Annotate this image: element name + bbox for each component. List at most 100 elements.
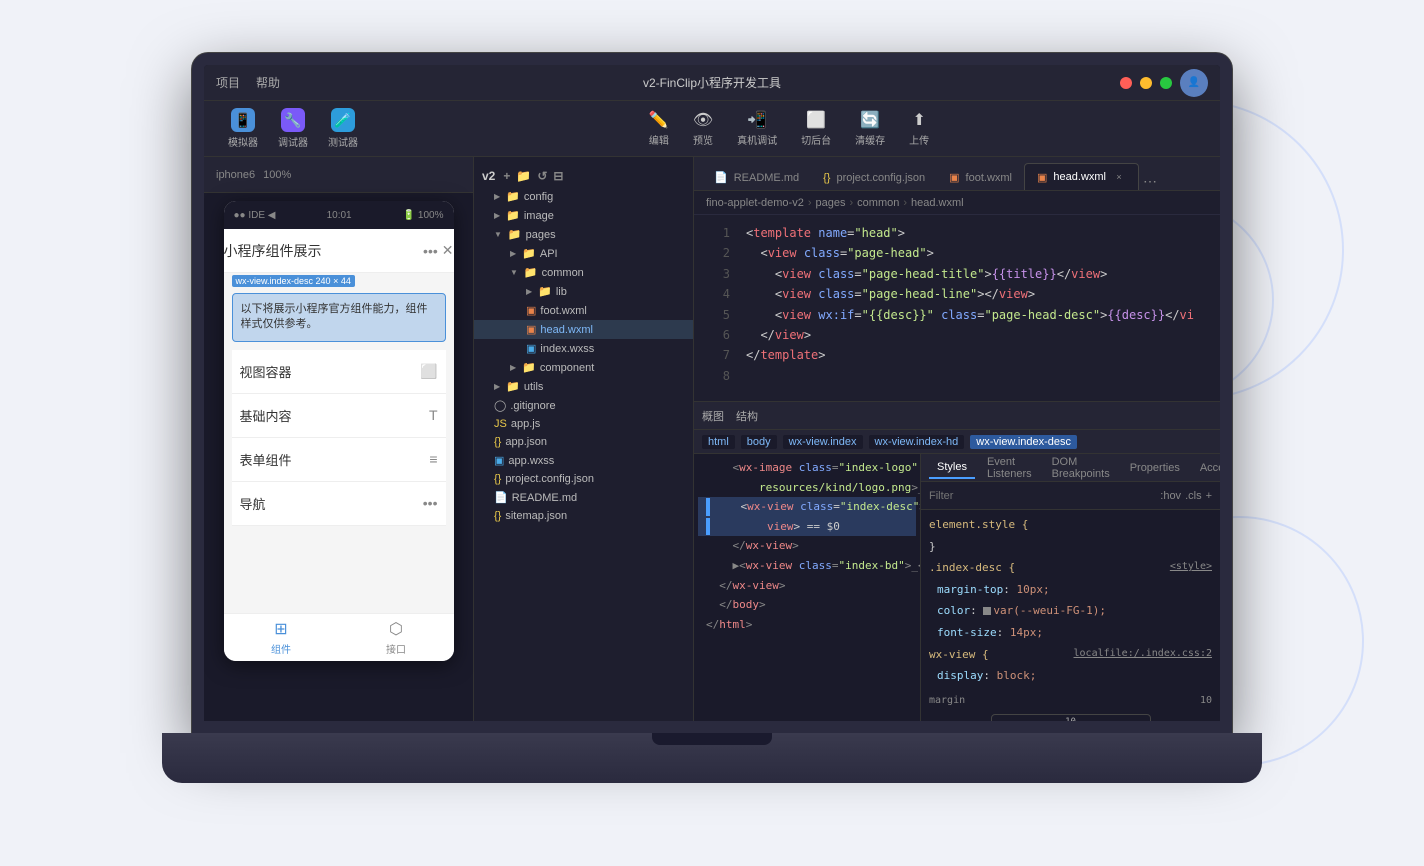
file-appjs-icon: JS (494, 418, 507, 430)
code-content-3: <view class="page-head-title">{{title}}<… (746, 264, 1212, 284)
elem-wx-view-index-hd[interactable]: wx-view.index-hd (869, 435, 965, 449)
style-source-2[interactable]: localfile:/.index.css:2 (1074, 646, 1212, 662)
phone-close-icon[interactable]: ✕ (442, 242, 454, 259)
toolbar-cutbg-button[interactable]: ⬜ 切后台 (801, 110, 831, 147)
html-preview[interactable]: <wx-image class="index-logo" src="../res… (694, 454, 920, 721)
tree-item-projectconfig[interactable]: {} project.config.json (474, 470, 693, 488)
toolbar-debug-button[interactable]: 🔧 调试器 (270, 104, 316, 153)
tree-item-common[interactable]: ▼ 📁 common (474, 263, 693, 282)
folder-utils-icon: 📁 (506, 380, 520, 393)
menu-items: 项目 帮助 (216, 74, 280, 91)
menu-project[interactable]: 项目 (216, 74, 240, 91)
styles-tab-styles[interactable]: Styles (929, 457, 975, 479)
styles-tab-properties[interactable]: Properties (1122, 458, 1188, 478)
toolbar-preview-button[interactable]: 👁 预览 (693, 110, 713, 147)
phone-status-bar: ●● IDE ◀ 10:01 🔋 100% (224, 201, 454, 229)
app-window: 项目 帮助 v2-FinClip小程序开发工具 👤 📱 模拟器 (204, 65, 1220, 721)
elem-wx-view-index[interactable]: wx-view.index (783, 435, 863, 449)
zoom-level: 100% (263, 169, 291, 181)
tree-item-index-wxss[interactable]: ▣ index.wxss (474, 339, 693, 358)
tree-item-foot-wxml[interactable]: ▣ foot.wxml (474, 301, 693, 320)
tree-item-pages[interactable]: ▼ 📁 pages (474, 225, 693, 244)
styles-tab-dom[interactable]: DOM Breakpoints (1044, 454, 1118, 484)
tree-collapse-icon[interactable]: ⊟ (553, 169, 563, 183)
styles-panel: Styles Event Listeners DOM Breakpoints P… (920, 454, 1220, 721)
edit-icon: ✏️ (649, 110, 669, 130)
phone-nav-item-4[interactable]: 导航 ••• (232, 482, 446, 526)
tree-item-appjson[interactable]: {} app.json (474, 433, 693, 451)
filter-add-button[interactable]: + (1206, 490, 1212, 502)
phone-nav-item-2[interactable]: 基础内容 T (232, 394, 446, 438)
element-breadcrumb: html body wx-view.index wx-view.index-hd… (694, 430, 1220, 454)
tabs-more-icon[interactable]: ⋯ (1143, 173, 1157, 190)
menu-help[interactable]: 帮助 (256, 74, 280, 91)
tree-new-folder-icon[interactable]: 📁 (516, 169, 531, 183)
tree-item-component[interactable]: ▶ 📁 component (474, 358, 693, 377)
tree-item-gitignore[interactable]: ◯ .gitignore (474, 396, 693, 415)
tree-item-lib[interactable]: ▶ 📁 lib (474, 282, 693, 301)
phone-tab-components[interactable]: ⊞ 组件 (224, 615, 339, 660)
phone-tab-api[interactable]: ⬡ 接口 (339, 615, 454, 660)
tab-headwxml-close-button[interactable]: × (1112, 170, 1126, 184)
margin-label: 10 (1065, 717, 1076, 721)
tree-item-appwxss[interactable]: ▣ app.wxss (474, 451, 693, 470)
style-rule-index-desc: .index-desc { <style> (921, 557, 1220, 579)
toolbar-upload-button[interactable]: ⬆ 上传 (909, 110, 929, 147)
toolbar-clearcache-button[interactable]: 🔄 清缓存 (855, 110, 885, 147)
toolbar-device-button[interactable]: 📲 真机调试 (737, 110, 777, 147)
window-maximize-button[interactable] (1160, 77, 1172, 89)
toolbar-simulate-button[interactable]: 📱 模拟器 (220, 104, 266, 153)
test-icon: 🧪 (331, 108, 355, 132)
upload-icon: ⬆ (912, 110, 925, 130)
tree-refresh-icon[interactable]: ↺ (537, 169, 547, 183)
filter-hov-button[interactable]: :hov (1160, 490, 1181, 502)
phone-nav-item-3[interactable]: 表单组件 ≡ (232, 438, 446, 482)
breadcrumb-sep-2: › (850, 197, 854, 209)
tab-footwxml[interactable]: ▣ foot.wxml (937, 165, 1024, 190)
tree-item-sitemapjson[interactable]: {} sitemap.json (474, 507, 693, 525)
chevron-icon: ▼ (510, 268, 518, 277)
code-line-5: 5 <view wx:if="{{desc}}" class="page-hea… (694, 305, 1220, 325)
tab-readme[interactable]: 📄 README.md (702, 165, 811, 190)
tree-item-api[interactable]: ▶ 📁 API (474, 244, 693, 263)
elem-wx-view-index-desc[interactable]: wx-view.index-desc (970, 435, 1077, 449)
tree-item-appjs[interactable]: JS app.js (474, 415, 693, 433)
filter-input[interactable] (929, 490, 1160, 502)
components-tab-icon: ⊞ (274, 619, 287, 639)
phone-more-icon[interactable]: ••• (423, 243, 438, 259)
elem-html[interactable]: html (702, 435, 735, 449)
styles-tab-event[interactable]: Event Listeners (979, 454, 1040, 484)
tree-item-readme[interactable]: 📄 README.md (474, 488, 693, 507)
phone-nav-item-1[interactable]: 视图容器 ⬜ (232, 350, 446, 394)
window-minimize-button[interactable] (1140, 77, 1152, 89)
filter-cls-button[interactable]: .cls (1185, 490, 1202, 502)
tree-item-head-wxml[interactable]: ▣ head.wxml (474, 320, 693, 339)
window-close-button[interactable] (1120, 77, 1132, 89)
toolbar-edit-button[interactable]: ✏️ 编辑 (649, 110, 669, 147)
tree-item-image[interactable]: ▶ 📁 image (474, 206, 693, 225)
tab-headwxml[interactable]: ▣ head.wxml × (1024, 163, 1139, 190)
file-sitemapjson-icon: {} (494, 510, 501, 522)
html-line-1: <wx-image class="index-logo" src="../res… (698, 458, 916, 478)
chevron-icon: ▶ (494, 211, 500, 220)
code-line-2: 2 <view class="page-head"> (694, 243, 1220, 263)
tree-new-file-icon[interactable]: + (503, 169, 510, 183)
phone-nav-icon-2: T (429, 407, 438, 423)
devtools-left: <wx-image class="index-logo" src="../res… (694, 454, 920, 721)
tree-item-utils[interactable]: ▶ 📁 utils (474, 377, 693, 396)
tree-item-config[interactable]: ▶ 📁 config (474, 187, 693, 206)
code-line-3: 3 <view class="page-head-title">{{title}… (694, 264, 1220, 284)
user-avatar[interactable]: 👤 (1180, 69, 1208, 97)
tab-headwxml-icon: ▣ (1037, 171, 1047, 184)
elem-body[interactable]: body (741, 435, 777, 449)
folder-config-icon: 📁 (506, 190, 520, 203)
editor-area: 📄 README.md {} project.config.json ▣ foo… (694, 157, 1220, 721)
style-source[interactable]: <style> (1170, 559, 1212, 575)
tab-projectconfig[interactable]: {} project.config.json (811, 166, 937, 190)
tree-root: v2 + 📁 ↺ ⊟ (474, 165, 693, 187)
styles-tab-accessibility[interactable]: Accessibility (1192, 458, 1220, 478)
code-editor[interactable]: 1 <template name="head"> 2 <view class="… (694, 215, 1220, 401)
toolbar-test-button[interactable]: 🧪 测试器 (320, 104, 366, 153)
line-num-1: 1 (702, 223, 730, 243)
clearcache-icon: 🔄 (860, 110, 880, 130)
